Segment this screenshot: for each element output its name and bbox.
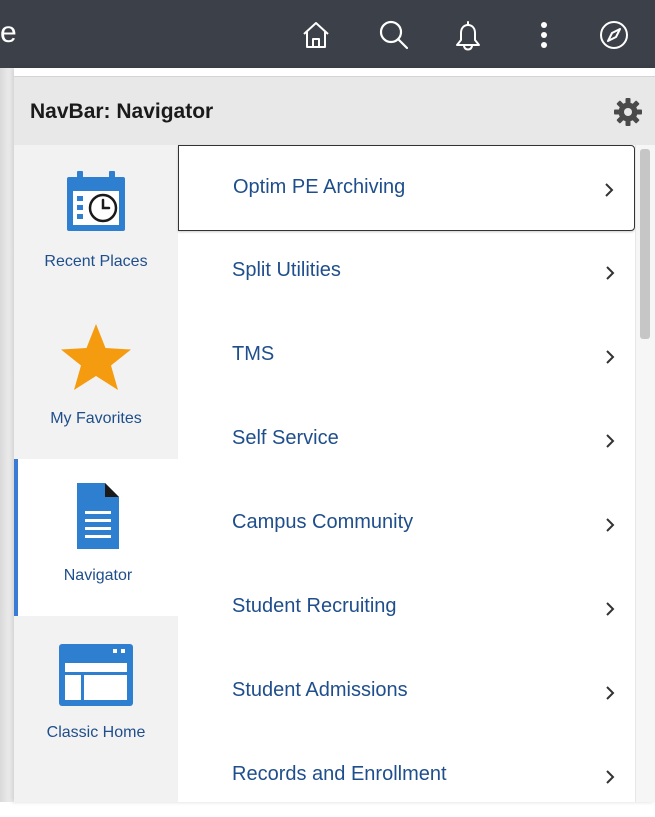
navigator-sidebar: Recent Places My Favorites Navigator Cla… (14, 145, 178, 802)
chevron-right-icon (605, 265, 615, 281)
menu-item-records-and-enrollment[interactable]: Records and Enrollment (178, 733, 635, 817)
bell-icon[interactable] (452, 19, 484, 51)
browser-window-icon (57, 642, 135, 713)
menu-item-self-service[interactable]: Self Service (178, 397, 635, 481)
gear-icon[interactable] (613, 97, 643, 127)
menu-item-student-recruiting[interactable]: Student Recruiting (178, 565, 635, 649)
calendar-clock-icon (63, 167, 129, 242)
home-icon[interactable] (300, 19, 332, 51)
panel-title: NavBar: Navigator (30, 100, 214, 123)
chevron-right-icon (605, 769, 615, 785)
chevron-right-icon (605, 433, 615, 449)
menu-item-label: Optim PE Archiving (233, 176, 406, 198)
menu-item-split-utilities[interactable]: Split Utilities (178, 229, 635, 313)
chevron-right-icon (604, 182, 614, 198)
sidebar-item-label: Navigator (63, 567, 133, 584)
menu-item-tms[interactable]: TMS (178, 313, 635, 397)
sidebar-item-label: My Favorites (50, 410, 142, 427)
more-vertical-icon[interactable] (528, 19, 560, 51)
compass-icon[interactable] (598, 19, 630, 51)
sidebar-item-my-favorites[interactable]: My Favorites (14, 302, 178, 459)
menu-item-campus-community[interactable]: Campus Community (178, 481, 635, 565)
sidebar-item-label: Classic Home (46, 724, 146, 741)
star-icon (58, 322, 134, 399)
sidebar-item-label: Recent Places (44, 253, 148, 270)
menu-item-label: TMS (232, 343, 275, 365)
menu-item-label: Self Service (232, 427, 339, 449)
panel-header: NavBar: Navigator (14, 76, 655, 146)
header-title-fragment: e (0, 16, 17, 49)
chevron-right-icon (605, 517, 615, 533)
menu-item-label: Student Recruiting (232, 595, 397, 617)
menu-item-optim-pe-archiving[interactable]: Optim PE Archiving (178, 145, 635, 231)
scrollbar-thumb[interactable] (640, 149, 650, 339)
menu-item-label: Student Admissions (232, 679, 408, 701)
navigator-panel: NavBar: Navigator Recent Places My Favor… (14, 68, 655, 802)
page-shadow-edge (0, 68, 14, 802)
top-header-bar: e (0, 0, 655, 69)
chevron-right-icon (605, 601, 615, 617)
menu-item-label: Split Utilities (232, 259, 341, 281)
search-icon[interactable] (378, 19, 410, 51)
chevron-right-icon (605, 685, 615, 701)
list-scrollbar[interactable] (635, 145, 655, 802)
chevron-right-icon (605, 349, 615, 365)
menu-item-label: Records and Enrollment (232, 763, 447, 785)
sidebar-item-navigator[interactable]: Navigator (14, 459, 178, 616)
menu-item-student-admissions[interactable]: Student Admissions (178, 649, 635, 733)
sidebar-item-recent-places[interactable]: Recent Places (14, 145, 178, 302)
navigator-menu-list: Optim PE Archiving Split Utilities TMS S… (178, 145, 635, 802)
menu-item-label: Campus Community (232, 511, 414, 533)
document-icon (75, 481, 121, 556)
sidebar-item-classic-home[interactable]: Classic Home (14, 616, 178, 773)
